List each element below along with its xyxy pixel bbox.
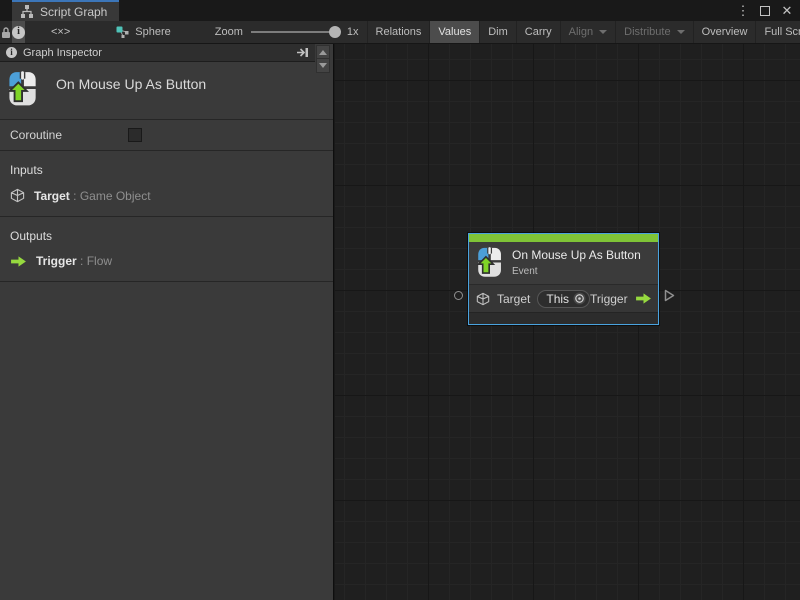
zoom-label: Zoom	[214, 26, 243, 38]
window-controls: ⋮ ✕	[736, 0, 794, 21]
node-footer	[469, 312, 658, 324]
node-header[interactable]: On Mouse Up As Button Event	[469, 242, 658, 285]
node-output-label: Trigger	[590, 291, 628, 306]
toolbar-button-values[interactable]: Values	[430, 21, 481, 43]
triangle-up-icon	[319, 49, 327, 55]
dock-panel-button[interactable]	[296, 47, 309, 58]
inspector-title: Graph Inspector	[23, 46, 102, 59]
coroutine-row: Coroutine	[0, 120, 333, 151]
info-icon: i	[6, 47, 17, 58]
title-bar: Script Graph ⋮ ✕	[0, 0, 800, 21]
input-port-connector[interactable]	[454, 291, 463, 300]
triangle-down-icon	[319, 63, 327, 68]
script-graph-asset-icon	[116, 26, 129, 38]
node-title: On Mouse Up As Button	[512, 248, 641, 263]
toolbar: i <×> Sphere Zoom 1x Relations Values Di…	[0, 21, 800, 44]
output-port-row: Trigger : Flow	[0, 253, 333, 269]
zoom-control: Zoom 1x	[207, 21, 367, 43]
tab-script-graph[interactable]: Script Graph	[12, 0, 120, 21]
dropdown-arrow-icon	[599, 30, 608, 34]
input-type: Game Object	[79, 188, 151, 203]
outputs-section: Outputs Trigger : Flow	[0, 217, 333, 282]
info-icon: i	[12, 25, 25, 39]
close-icon[interactable]: ✕	[780, 3, 794, 19]
zoom-value: 1x	[346, 26, 359, 38]
target-value: This	[546, 291, 570, 306]
code-icon: <×>	[51, 26, 71, 38]
inspector-toggle-button[interactable]: i	[12, 21, 25, 43]
graph-breadcrumb[interactable]: Sphere	[108, 21, 178, 43]
code-view-button[interactable]: <×>	[43, 21, 78, 43]
on-mouse-up-icon	[8, 71, 36, 106]
toolbar-button-distribute[interactable]: Distribute	[616, 21, 694, 43]
output-port-connector[interactable]	[664, 289, 675, 302]
output-name: Trigger	[36, 254, 77, 268]
scroll-down-button[interactable]	[316, 59, 330, 73]
event-color-strip	[469, 234, 658, 242]
game-object-cube-icon	[476, 292, 490, 305]
graph-inspector-panel: i Graph Inspector On Mouse Up As Button …	[0, 44, 334, 600]
target-value-chip[interactable]: This	[537, 289, 591, 308]
dock-arrow-icon	[297, 48, 308, 57]
game-object-cube-icon	[10, 188, 25, 203]
inspector-scroll-steppers	[316, 45, 330, 73]
unit-title: On Mouse Up As Button	[56, 76, 207, 92]
scroll-up-button[interactable]	[316, 45, 330, 59]
lock-icon	[2, 26, 10, 38]
node-subtitle: Event	[512, 265, 538, 277]
flow-arrow-icon	[11, 255, 26, 267]
coroutine-label: Coroutine	[10, 128, 63, 142]
toolbar-button-fullscreen[interactable]: Full Screen	[756, 21, 800, 43]
lock-button[interactable]	[0, 21, 12, 43]
on-mouse-up-icon	[477, 247, 501, 277]
toolbar-button-dim[interactable]: Dim	[480, 21, 517, 43]
flow-arrow-icon	[635, 293, 651, 304]
output-type: Flow	[86, 254, 113, 268]
toolbar-button-overview[interactable]: Overview	[694, 21, 757, 43]
node-on-mouse-up-as-button[interactable]: On Mouse Up As Button Event Target This	[454, 233, 675, 325]
graph-canvas[interactable]: On Mouse Up As Button Event Target This	[335, 44, 800, 600]
zoom-slider-knob[interactable]	[328, 26, 341, 38]
maximize-icon[interactable]	[760, 5, 770, 16]
inputs-title: Inputs	[10, 163, 43, 177]
node-input-label: Target	[497, 291, 531, 306]
zoom-slider[interactable]	[250, 26, 341, 38]
node-ports-row: Target This Trigger	[469, 285, 658, 312]
coroutine-checkbox[interactable]	[128, 128, 142, 142]
type-separator: :	[73, 188, 77, 203]
tab-label: Script Graph	[40, 4, 108, 19]
input-name: Target	[34, 188, 70, 203]
graph-hierarchy-icon	[21, 5, 33, 18]
outputs-title: Outputs	[10, 229, 53, 243]
dropdown-arrow-icon	[676, 30, 685, 34]
object-picker-icon	[573, 292, 586, 305]
toolbar-button-relations[interactable]: Relations	[366, 21, 431, 43]
inputs-section: Inputs Target : Game Object	[0, 151, 333, 217]
type-separator: :	[80, 254, 84, 268]
inspector-header: i Graph Inspector	[0, 44, 315, 62]
graph-name-label: Sphere	[135, 26, 171, 38]
more-menu-icon[interactable]: ⋮	[736, 3, 750, 19]
input-port-row: Target : Game Object	[0, 187, 333, 204]
toolbar-button-carry[interactable]: Carry	[517, 21, 561, 43]
unit-header: On Mouse Up As Button	[0, 62, 333, 120]
toolbar-button-align[interactable]: Align	[561, 21, 617, 43]
